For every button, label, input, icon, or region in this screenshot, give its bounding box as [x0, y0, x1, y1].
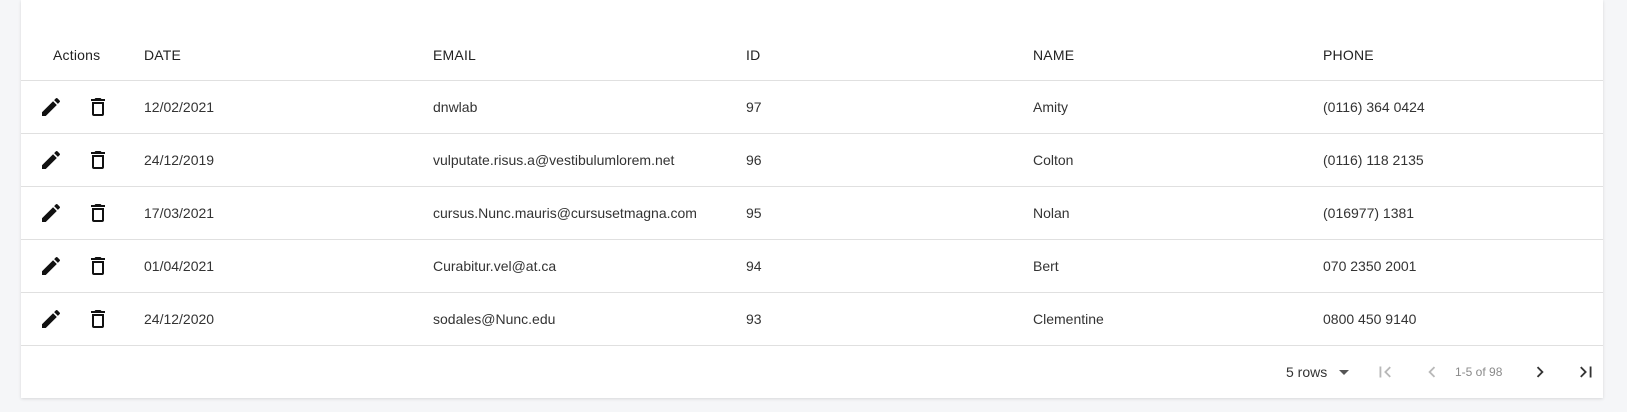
cell-id: 96 — [746, 152, 762, 168]
pencil-icon[interactable] — [39, 201, 63, 225]
table-header: Actions DATE EMAIL ID NAME PHONE — [21, 30, 1603, 81]
rows-per-page-select[interactable]: 5 rows — [1286, 346, 1350, 398]
chevron-right-icon[interactable] — [1528, 360, 1552, 384]
table-row: 17/03/2021 cursus.Nunc.mauris@cursusetma… — [21, 187, 1603, 240]
trash-icon[interactable] — [86, 201, 110, 225]
table-row: 24/12/2020 sodales@Nunc.edu 93 Clementin… — [21, 293, 1603, 346]
first-page-icon[interactable] — [1373, 360, 1397, 384]
cell-id: 94 — [746, 258, 762, 274]
cell-phone: 0800 450 9140 — [1323, 311, 1417, 327]
cell-name: Bert — [1033, 258, 1059, 274]
data-table-card: Actions DATE EMAIL ID NAME PHONE 12/02/2… — [21, 0, 1603, 398]
cell-id: 97 — [746, 99, 762, 115]
cell-phone: (0116) 364 0424 — [1323, 99, 1425, 115]
cell-date: 12/02/2021 — [144, 99, 215, 115]
chevron-left-icon[interactable] — [1420, 360, 1444, 384]
header-actions: Actions — [53, 47, 101, 63]
trash-icon[interactable] — [86, 148, 110, 172]
cell-email: vulputate.risus.a@vestibulumlorem.net — [433, 152, 675, 168]
pencil-icon[interactable] — [39, 95, 63, 119]
cell-email: sodales@Nunc.edu — [433, 311, 556, 327]
header-id[interactable]: ID — [746, 30, 760, 80]
trash-icon[interactable] — [86, 95, 110, 119]
trash-icon[interactable] — [86, 307, 110, 331]
last-page-icon[interactable] — [1574, 360, 1598, 384]
trash-icon[interactable] — [86, 254, 110, 278]
cell-name: Colton — [1033, 152, 1074, 168]
cell-phone: (016977) 1381 — [1323, 205, 1415, 221]
rows-per-page-label: 5 rows — [1286, 364, 1328, 380]
dropdown-caret-icon — [1339, 369, 1350, 375]
header-date[interactable]: DATE — [144, 30, 181, 80]
table-row: 12/02/2021 dnwlab 97 Amity (0116) 364 04… — [21, 81, 1603, 134]
cell-phone: (0116) 118 2135 — [1323, 152, 1424, 168]
pencil-icon[interactable] — [39, 254, 63, 278]
cell-name: Amity — [1033, 99, 1068, 115]
cell-date: 17/03/2021 — [144, 205, 215, 221]
cell-id: 95 — [746, 205, 762, 221]
cell-email: cursus.Nunc.mauris@cursusetmagna.com — [433, 205, 697, 221]
cell-name: Clementine — [1033, 311, 1104, 327]
cell-id: 93 — [746, 311, 762, 327]
cell-date: 24/12/2019 — [144, 152, 215, 168]
cell-name: Nolan — [1033, 205, 1070, 221]
header-email[interactable]: EMAIL — [433, 30, 476, 80]
header-name[interactable]: NAME — [1033, 30, 1074, 80]
pencil-icon[interactable] — [39, 307, 63, 331]
header-phone[interactable]: PHONE — [1323, 30, 1374, 80]
table-row: 01/04/2021 Curabitur.vel@at.ca 94 Bert 0… — [21, 240, 1603, 293]
pencil-icon[interactable] — [39, 148, 63, 172]
cell-email: dnwlab — [433, 99, 478, 115]
cell-email: Curabitur.vel@at.ca — [433, 258, 557, 274]
page-range-label: 1-5 of 98 — [1455, 365, 1503, 379]
cell-date: 24/12/2020 — [144, 311, 215, 327]
cell-phone: 070 2350 2001 — [1323, 258, 1417, 274]
pagination-bar: 5 rows 1-5 of 98 — [21, 346, 1603, 398]
cell-date: 01/04/2021 — [144, 258, 215, 274]
table-row: 24/12/2019 vulputate.risus.a@vestibuluml… — [21, 134, 1603, 187]
